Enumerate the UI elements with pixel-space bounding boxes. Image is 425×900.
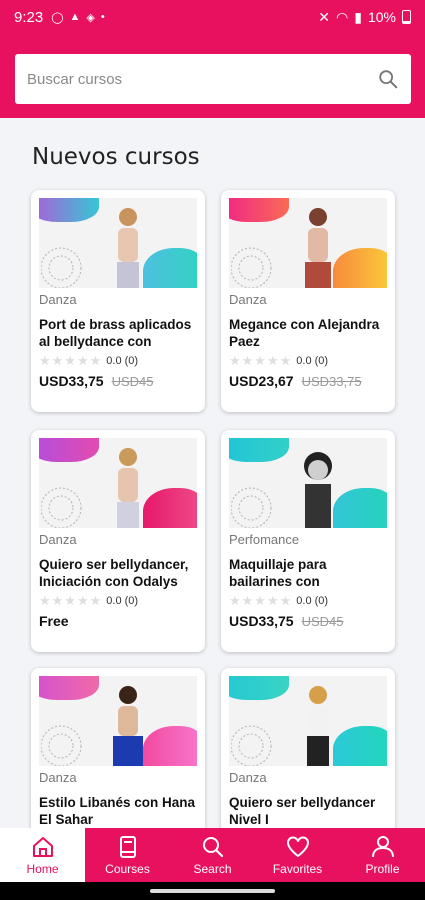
course-category: Perfomance: [229, 532, 300, 547]
bottom-navigation: Home Courses Search Favorites Profile: [0, 828, 425, 882]
mandala-decoration: [231, 247, 272, 288]
header: [0, 34, 425, 118]
status-time: 9:23: [14, 8, 44, 26]
course-thumbnail: [39, 198, 197, 288]
system-icons: ✕ ◠ ▮ 10%: [318, 9, 411, 26]
course-price: Free: [39, 613, 69, 629]
course-title[interactable]: Estilo Libanés con Hana El Sahar: [39, 794, 199, 828]
section-title: Nuevos cursos: [32, 144, 200, 170]
search-input[interactable]: [27, 70, 377, 88]
course-old-price: USD45: [301, 613, 344, 629]
nav-profile[interactable]: Profile: [340, 828, 425, 882]
nav-search[interactable]: Search: [170, 828, 255, 882]
dot-icon: •: [100, 11, 105, 23]
course-price: USD23,67: [229, 373, 294, 389]
course-category: Danza: [229, 770, 267, 785]
rating-text: 0.0 (0): [296, 595, 329, 607]
dancer-image: [113, 686, 143, 766]
mandala-decoration: [231, 725, 272, 766]
nav-home-label: Home: [26, 862, 59, 876]
course-rating: ★★★★★ 0.0 (0): [229, 353, 328, 369]
mute-icon: ✕: [318, 8, 331, 25]
home-icon: [32, 837, 53, 857]
dancer-image: [117, 448, 139, 528]
search-icon[interactable]: [377, 68, 399, 90]
course-thumbnail: [39, 438, 197, 528]
course-old-price: USD33,75: [301, 373, 362, 389]
star-rating-icon: ★★★★★: [229, 353, 293, 368]
nav-profile-label: Profile: [365, 862, 400, 876]
course-old-price: USD45: [111, 373, 154, 389]
star-rating-icon: ★★★★★: [229, 593, 293, 608]
course-card[interactable]: Danza Port de brass aplicados al bellyda…: [31, 190, 205, 412]
whatsapp-icon: ◯: [51, 11, 64, 24]
nav-courses[interactable]: Courses: [85, 828, 170, 882]
system-navigation-bar: [0, 882, 425, 900]
book-icon: [119, 836, 136, 858]
course-thumbnail: [229, 676, 387, 766]
signal-icon: ▮: [354, 8, 362, 25]
course-prices: USD23,67 USD33,75: [229, 373, 362, 389]
notification-icon: ▲: [69, 11, 81, 23]
rating-text: 0.0 (0): [296, 355, 329, 367]
course-rating: ★★★★★ 0.0 (0): [39, 353, 138, 369]
course-title[interactable]: Megance con Alejandra Paez: [229, 316, 389, 350]
course-category: Danza: [229, 292, 267, 307]
mandala-decoration: [41, 725, 82, 766]
course-card[interactable]: Perfomance Maquillaje para bailarines co…: [221, 430, 395, 652]
course-title[interactable]: Maquillaje para bailarines con: [229, 556, 389, 590]
search-bar[interactable]: [15, 54, 411, 104]
course-card[interactable]: Danza Quiero ser bellydancer, Iniciación…: [31, 430, 205, 652]
rating-text: 0.0 (0): [106, 595, 139, 607]
course-title[interactable]: Quiero ser bellydancer Nivel I: [229, 794, 389, 828]
course-thumbnail: [39, 676, 197, 766]
nav-favorites-label: Favorites: [272, 862, 323, 876]
course-prices: USD33,75 USD45: [229, 613, 344, 629]
course-card[interactable]: Danza Megance con Alejandra Paez ★★★★★ 0.…: [221, 190, 395, 412]
course-title[interactable]: Quiero ser bellydancer, Iniciación con O…: [39, 556, 199, 590]
course-category: Danza: [39, 532, 77, 547]
battery-text: 10%: [367, 9, 396, 25]
home-gesture-handle[interactable]: [150, 889, 275, 893]
course-category: Danza: [39, 770, 77, 785]
course-category: Danza: [39, 292, 77, 307]
battery-icon: [402, 10, 411, 24]
course-rating: ★★★★★ 0.0 (0): [39, 593, 138, 609]
notification-icons: ◯ ▲ ◈ •: [51, 11, 105, 24]
search-icon: [202, 837, 223, 858]
nav-home[interactable]: Home: [0, 828, 85, 882]
course-thumbnail: [229, 438, 387, 528]
star-rating-icon: ★★★★★: [39, 593, 103, 608]
course-rating: ★★★★★ 0.0 (0): [229, 593, 328, 609]
nav-favorites[interactable]: Favorites: [255, 828, 340, 882]
course-thumbnail: [229, 198, 387, 288]
portrait-image: [304, 452, 332, 528]
rating-text: 0.0 (0): [106, 355, 139, 367]
mandala-decoration: [41, 487, 82, 528]
nav-courses-label: Courses: [105, 862, 150, 876]
wifi-icon: ◠: [336, 8, 349, 25]
shield-icon: ◈: [86, 11, 95, 24]
course-price: USD33,75: [39, 373, 104, 389]
heart-icon: [286, 836, 309, 857]
dancer-image: [307, 686, 329, 766]
course-prices: Free: [39, 613, 69, 629]
nav-search-label: Search: [193, 862, 232, 876]
mandala-decoration: [231, 487, 272, 528]
course-prices: USD33,75 USD45: [39, 373, 154, 389]
dancer-image: [117, 208, 139, 288]
course-price: USD33,75: [229, 613, 294, 629]
status-bar: 9:23 ◯ ▲ ◈ • ✕ ◠ ▮ 10%: [0, 0, 425, 34]
mandala-decoration: [41, 247, 82, 288]
dancer-image: [305, 208, 331, 288]
course-title[interactable]: Port de brass aplicados al bellydance co…: [39, 316, 199, 350]
star-rating-icon: ★★★★★: [39, 353, 103, 368]
user-icon: [371, 836, 394, 858]
